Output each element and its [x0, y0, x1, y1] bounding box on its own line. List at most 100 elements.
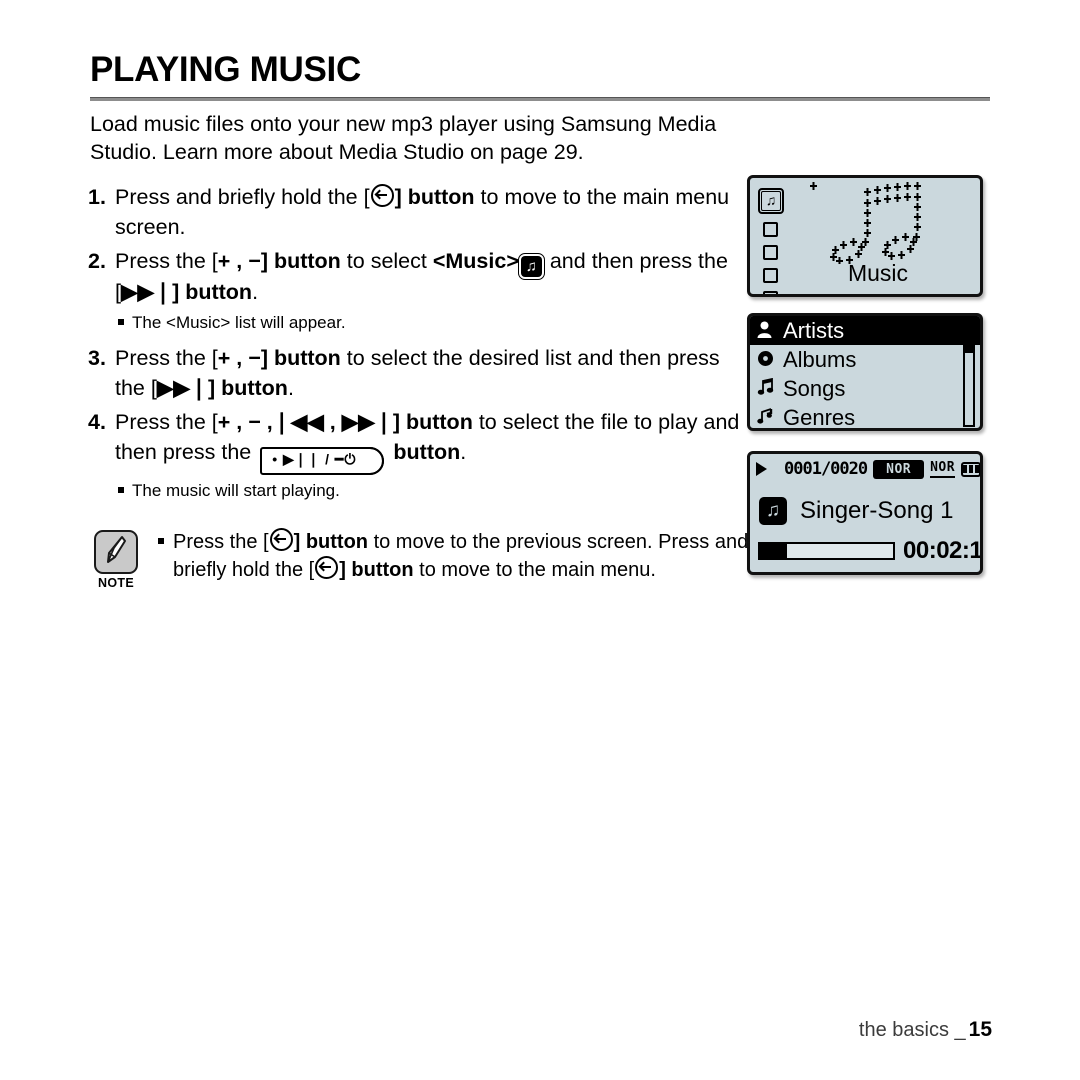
list-item-songs[interactable]: Songs [750, 374, 980, 403]
list-item-albums[interactable]: Albums [750, 345, 980, 374]
step-2-text: Press the [+ , −] button to select <Musi… [115, 246, 748, 307]
single-note-icon [757, 407, 783, 428]
step-1-text-a: Press and briefly hold the [ [115, 185, 370, 209]
title-divider [90, 97, 990, 101]
now-playing-bottom-line: 00:02:18 [758, 537, 980, 565]
step-3-text-a: Press the [ [115, 346, 218, 370]
elapsed-time: 00:02:18 [903, 537, 983, 564]
play-pause-power-label: • ▶❘❘ / ━⏻ [272, 451, 357, 467]
list-item-albums-label: Albums [783, 346, 857, 372]
now-playing-screen: 0001/0020 NOR NOR ♫ Singer-Song 1 00:02:… [747, 451, 983, 575]
note-text-e: to move to the main menu. [413, 559, 656, 581]
pencil-note-glyph [107, 536, 126, 563]
track-title: Singer-Song 1 [800, 497, 954, 524]
list-item-genres-label: Genres [783, 404, 856, 430]
note-label: NOTE [98, 576, 134, 590]
sidebar-empty-icon-2[interactable] [763, 245, 778, 260]
pencil-note-icon [94, 530, 138, 574]
play-icon [756, 462, 778, 476]
step-2: 2. Press the [+ , −] button to select <M… [88, 246, 748, 307]
step-4-subnote: The music will start playing. [118, 479, 748, 503]
back-button-icon [370, 184, 394, 207]
step-3-text-c: ] button [260, 346, 341, 370]
note-text-a: Press the [ [173, 531, 269, 553]
battery-full-icon [961, 461, 980, 477]
repeat-mode-badge: NOR [930, 460, 956, 478]
note-icon-wrapper: NOTE [88, 528, 144, 590]
step-3-text-f: ] button [207, 376, 288, 400]
back-button-icon [269, 528, 293, 551]
person-icon [757, 321, 783, 341]
step-4-subnote-text: The music will start playing. [132, 481, 340, 500]
step-4-text-g: . [460, 440, 467, 464]
now-playing-track-line: ♫ Singer-Song 1 [759, 497, 974, 525]
music-menu-name: <Music> [432, 249, 519, 273]
step-4-number: 4. [88, 410, 106, 434]
step-2-text-c: ] button [260, 249, 341, 273]
step-4-text-c: ] button [392, 410, 473, 434]
list-item-artists-label: Artists [783, 317, 845, 343]
note-sentence: Press the [] button to move to the previ… [173, 528, 768, 584]
note-text-b: ] button [293, 531, 369, 553]
note-body: Press the [] button to move to the previ… [144, 528, 768, 584]
step-1-text-b: ] button [394, 185, 475, 209]
instruction-steps: 1. Press and briefly hold the [] button … [88, 182, 748, 511]
step-4: 4. Press the [+ , − ,❘◀◀ , ▶▶❘] button t… [88, 407, 748, 475]
step-1: 1. Press and briefly hold the [] button … [88, 182, 748, 242]
next-key-label: ▶▶❘ [120, 280, 173, 304]
step-4-text-f: button [387, 440, 461, 464]
step-2-number: 2. [88, 249, 106, 273]
bullet-square-icon [118, 487, 124, 493]
progress-bar-fill [760, 544, 787, 558]
sidebar-empty-icon-4[interactable] [763, 291, 778, 294]
step-3-text-g: . [287, 376, 294, 400]
page-title: PLAYING MUSIC [90, 50, 361, 89]
step-2-text-h: ] button [172, 280, 253, 304]
music-list-screen: Artists Albums Songs Genres [747, 313, 983, 431]
step-2-subnote-text: The <Music> list will appear. [132, 313, 346, 332]
list-scrollbar-thumb[interactable] [965, 323, 973, 353]
intro-paragraph: Load music files onto your new mp3 playe… [90, 112, 717, 164]
back-button-icon [315, 556, 339, 579]
list-item-genres[interactable]: Genres [750, 403, 980, 430]
sidebar-music-note-icon[interactable]: ♫ [758, 188, 784, 214]
progress-bar[interactable] [758, 542, 895, 560]
play-pause-power-button-icon: • ▶❘❘ / ━⏻ [260, 447, 385, 475]
manual-page: PLAYING MUSIC Load music files onto your… [0, 0, 1080, 1080]
sidebar-empty-icon-1[interactable] [763, 222, 778, 237]
music-note-icon [810, 182, 921, 264]
nav-keys-label: + , − ,❘◀◀ , ▶▶❘ [217, 410, 393, 434]
music-note-icon: ♫ [759, 497, 787, 525]
step-2-text-i: . [252, 280, 259, 304]
step-4-text-a: Press the [ [115, 410, 218, 434]
step-2-subnote: The <Music> list will appear. [118, 311, 748, 335]
bullet-square-icon [158, 538, 164, 544]
step-1-text: Press and briefly hold the [] button to … [115, 182, 748, 242]
plus-minus-key-label: + , − [217, 249, 261, 273]
list-item-songs-label: Songs [783, 375, 846, 401]
note-block: NOTE Press the [ ] button to move to the … [88, 528, 768, 590]
footer-section: the basics _ [858, 1019, 966, 1041]
plus-minus-key-label: + , − [217, 346, 261, 370]
step-3: 3. Press the [+ , −] button to select th… [88, 343, 748, 403]
page-footer: the basics _ 15 [859, 1018, 992, 1042]
now-playing-status-bar: 0001/0020 NOR NOR [750, 457, 980, 481]
sound-mode-badge: NOR [873, 459, 925, 479]
footer-page-number: 15 [968, 1018, 992, 1041]
step-4-text: Press the [+ , − ,❘◀◀ , ▶▶❘] button to s… [115, 407, 748, 475]
beamed-note-icon [757, 377, 783, 399]
track-count: 0001/0020 [784, 459, 868, 479]
step-3-text: Press the [+ , −] button to select the d… [115, 343, 748, 403]
step-2-text-d: to select [340, 249, 433, 273]
next-key-label: ▶▶❘ [156, 376, 208, 400]
note-text-d: ] button [339, 559, 414, 581]
step-2-text-a: Press the [ [115, 249, 218, 273]
list-item-artists[interactable]: Artists [750, 316, 980, 345]
main-menu-label: Music [847, 260, 909, 286]
step-1-number: 1. [88, 185, 106, 209]
disc-icon [757, 350, 783, 370]
bullet-square-icon [118, 319, 124, 325]
main-menu-screen: ♫ Music [747, 175, 983, 297]
music-note-icon: ♫ [520, 256, 542, 277]
step-3-number: 3. [88, 346, 106, 370]
